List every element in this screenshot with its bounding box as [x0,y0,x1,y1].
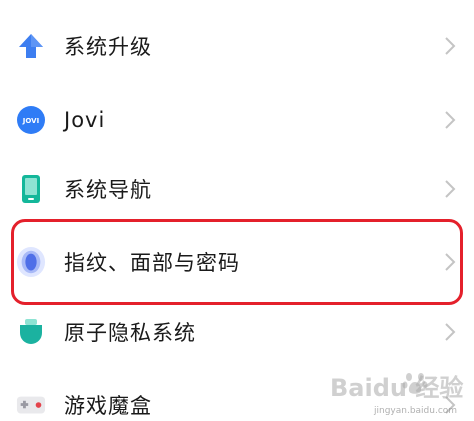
fingerprint-icon [16,247,46,277]
chevron-right-icon [445,111,456,129]
settings-item-system-upgrade[interactable]: 系统升级 [0,14,474,78]
jovi-icon: JOVI [16,105,46,135]
settings-item-game-box[interactable]: 游戏魔盒 [0,373,474,421]
chevron-right-icon [445,37,456,55]
settings-item-label: 原子隐私系统 [64,321,196,345]
privacy-shield-icon [16,317,46,347]
settings-item-label: 游戏魔盒 [64,394,152,418]
settings-item-system-navigation[interactable]: 系统导航 [0,157,474,221]
svg-text:JOVI: JOVI [22,117,39,125]
chevron-right-icon [445,323,456,341]
settings-item-label: 系统导航 [64,178,152,202]
chevron-right-icon [445,180,456,198]
game-box-icon [16,390,46,420]
settings-screen: 系统升级 JOVI Jovi 系统导航 指纹、面部与密码 原子隐私系统 游戏魔盒… [0,0,474,421]
phone-navigation-icon [16,174,46,204]
settings-item-atomic-privacy[interactable]: 原子隐私系统 [0,300,474,364]
settings-item-label: Jovi [64,108,106,132]
settings-item-jovi[interactable]: JOVI Jovi [0,88,474,152]
settings-item-label: 系统升级 [64,35,152,59]
chevron-right-icon [445,396,456,414]
settings-item-label: 指纹、面部与密码 [64,251,240,275]
chevron-right-icon [445,253,456,271]
upgrade-arrow-icon [16,31,46,61]
settings-item-fingerprint-face-password[interactable]: 指纹、面部与密码 [0,230,474,294]
